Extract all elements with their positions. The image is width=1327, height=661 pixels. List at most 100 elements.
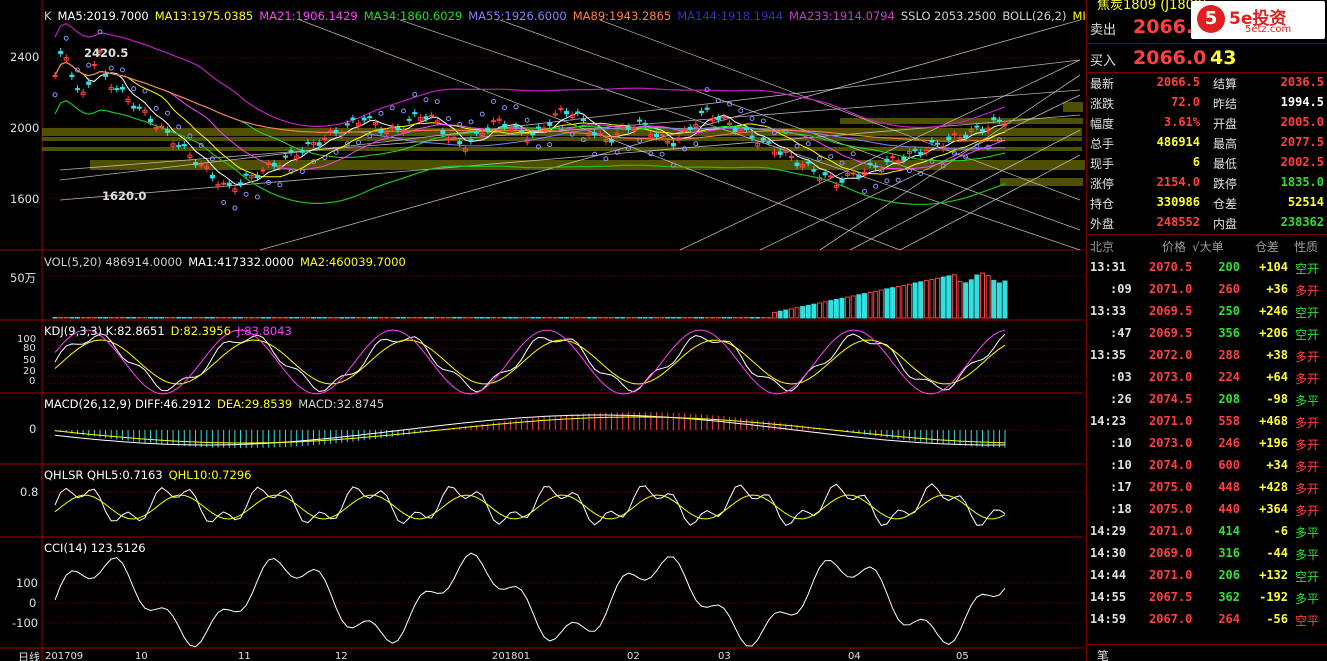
- volume-bar: [648, 317, 654, 319]
- tick-oi-change: +246: [1259, 304, 1288, 318]
- volume-bar: [181, 317, 187, 319]
- tick-row[interactable]: 14:55 2067.5 362 -192 多平: [1087, 586, 1327, 608]
- volume-bar: [395, 317, 401, 319]
- ticks-header-price: 价格: [1162, 240, 1187, 254]
- brand-logo: 5 5e投资 5etz.com: [1191, 1, 1325, 39]
- tick-row[interactable]: 14:30 2069.0 316 -44 多平: [1087, 542, 1327, 564]
- stat-label: 昨结: [1213, 97, 1238, 111]
- volume-bar: [603, 317, 609, 319]
- volume-bar: [693, 317, 699, 319]
- tick-row[interactable]: 14:59 2067.0 264 -56 空平: [1087, 608, 1327, 630]
- volume-bar: [805, 304, 811, 319]
- tick-row[interactable]: :10 2073.0 246 +196 多开: [1087, 432, 1327, 454]
- candle-body: [221, 182, 227, 185]
- volume-bar: [423, 317, 429, 319]
- volume-bar: [490, 317, 496, 319]
- volume-bar: [839, 297, 845, 319]
- buy-label: 买入: [1090, 54, 1117, 69]
- volume-bar: [676, 317, 682, 319]
- volume-bar: [867, 291, 873, 319]
- candle-body: [193, 162, 199, 166]
- candle-body: [715, 116, 721, 121]
- volume-bar: [136, 317, 142, 319]
- candle-body: [164, 129, 170, 133]
- tick-volume: 362: [1218, 590, 1240, 604]
- bottom-tab[interactable]: 笔: [1097, 647, 1109, 661]
- volume-bar: [485, 317, 491, 319]
- tick-oi-change: +428: [1259, 480, 1288, 494]
- volume-bar: [339, 317, 345, 319]
- macd-dea-line: [54, 416, 1006, 444]
- tick-row[interactable]: :26 2074.5 208 -98 多平: [1087, 388, 1327, 410]
- sar-dot: [254, 194, 260, 200]
- volume-bar: [249, 317, 255, 319]
- indicator-value: MA21:1906.1429: [259, 9, 358, 23]
- candle-body: [929, 139, 935, 143]
- month-label: 04: [848, 651, 861, 661]
- ticks-header: 北京 价格 √大单 仓差 性质: [1087, 237, 1327, 255]
- candle-body: [333, 129, 339, 134]
- volume-bar: [282, 317, 288, 319]
- divider: [1087, 234, 1327, 235]
- price-axis-label-mid: 2000: [10, 121, 40, 135]
- main-indicator-header: K MA5:2019.7000 MA13:1975.0385 MA21:1906.14…: [44, 9, 1085, 23]
- tick-row[interactable]: :03 2073.0 224 +64 多开: [1087, 366, 1327, 388]
- tick-row[interactable]: :09 2071.0 260 +36 多开: [1087, 278, 1327, 300]
- volume-bar: [356, 317, 362, 319]
- tick-price: 2071.0: [1149, 524, 1193, 538]
- volume-bar: [614, 317, 620, 319]
- tick-row[interactable]: :17 2075.0 448 +428 多开: [1087, 476, 1327, 498]
- tick-row[interactable]: :10 2074.0 600 +34 多开: [1087, 454, 1327, 476]
- buy-price: 2066.0: [1133, 47, 1207, 69]
- cci-indicator-header: CCI(14) 123.5126: [44, 541, 152, 555]
- sar-dot: [153, 105, 159, 111]
- sar-dot: [52, 92, 58, 98]
- buy-quote-row[interactable]: 买入 2066.0 43: [1087, 45, 1327, 71]
- tick-volume: 264: [1218, 612, 1240, 626]
- tick-row[interactable]: 14:44 2071.0 206 +132 空开: [1087, 564, 1327, 586]
- volume-bar: [524, 317, 530, 319]
- tick-oi-change: -98: [1266, 392, 1288, 406]
- volume-bar: [625, 317, 631, 319]
- stat-item: 开盘 2005.0: [1213, 115, 1324, 135]
- volume-bar: [597, 317, 603, 319]
- divider: [1087, 72, 1327, 73]
- kline-chart-area[interactable]: K MA5:2019.7000 MA13:1975.0385 MA21:1906.14…: [0, 0, 1085, 661]
- volume-bar: [580, 317, 586, 319]
- candle-body: [209, 174, 215, 179]
- tick-volume: 288: [1218, 348, 1240, 362]
- sar-dot: [412, 91, 418, 97]
- tick-row[interactable]: 13:35 2072.0 288 +38 多开: [1087, 344, 1327, 366]
- indicator-value: MID:1883: [1072, 9, 1085, 23]
- sar-dot: [86, 62, 92, 68]
- volume-bar: [575, 317, 581, 319]
- stat-value: 6: [1192, 155, 1200, 169]
- stat-item: 跌停 1835.0: [1213, 175, 1324, 195]
- stat-value: 486914: [1156, 135, 1200, 149]
- volume-bar: [760, 317, 766, 319]
- tick-row[interactable]: 14:29 2071.0 414 -6 多平: [1087, 520, 1327, 542]
- tick-oi-change: +364: [1259, 502, 1288, 516]
- price-axis-label-top: 2400: [10, 50, 40, 64]
- volume-bar: [260, 317, 266, 319]
- tick-row[interactable]: 14:23 2071.0 558 +468 多开: [1087, 410, 1327, 432]
- indicator-value: SSLO 2053.2500: [900, 9, 997, 23]
- candle-body: [299, 150, 305, 153]
- tick-row[interactable]: :47 2069.5 356 +206 空开: [1087, 322, 1327, 344]
- candle-body: [704, 107, 710, 110]
- period-label[interactable]: 日线: [18, 649, 40, 661]
- sar-dot: [490, 98, 496, 104]
- tick-nature: 多开: [1295, 284, 1320, 298]
- tick-row[interactable]: 13:33 2069.5 250 +246 空开: [1087, 300, 1327, 322]
- quote-panel: 焦炭1809 (J1809) 卖出 2066.5 5 买入 2066.0 43 …: [1086, 0, 1327, 661]
- indicator-value: MA144:1918.1944: [677, 9, 784, 23]
- tick-time: :47: [1110, 326, 1132, 340]
- tick-nature: 多开: [1295, 504, 1320, 518]
- tick-row[interactable]: :18 2075.0 440 +364 多开: [1087, 498, 1327, 520]
- tick-time: 13:31: [1090, 260, 1127, 274]
- volume-bar: [783, 309, 789, 319]
- divider: [1087, 43, 1327, 44]
- candle-body: [440, 130, 446, 135]
- candle-body: [502, 123, 508, 128]
- tick-row[interactable]: 13:31 2070.5 200 +104 空开: [1087, 256, 1327, 278]
